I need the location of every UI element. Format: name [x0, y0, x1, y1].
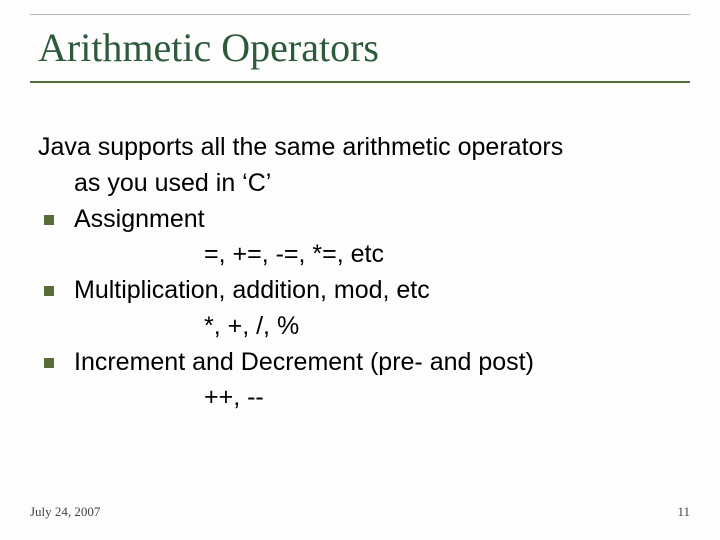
intro-line-2: as you used in ‘C’ [36, 167, 684, 201]
title-section: Arithmetic Operators [30, 18, 690, 83]
list-item: Assignment =, +=, -=, *=, etc [36, 203, 684, 273]
item-sub: =, +=, -=, *=, etc [74, 238, 684, 272]
item-sub: *, +, /, % [74, 310, 684, 344]
slide-title: Arithmetic Operators [38, 24, 389, 71]
square-bullet-icon [44, 358, 54, 368]
list-item: Increment and Decrement (pre- and post) … [36, 346, 684, 416]
square-bullet-icon [44, 286, 54, 296]
item-label: Increment and Decrement (pre- and post) [74, 346, 684, 380]
list-item: Multiplication, addition, mod, etc *, +,… [36, 274, 684, 344]
item-label: Multiplication, addition, mod, etc [74, 274, 684, 308]
item-sub: ++, -- [74, 381, 684, 415]
footer-page-number: 11 [677, 504, 690, 520]
intro-line-1: Java supports all the same arithmetic op… [36, 131, 684, 165]
square-bullet-icon [44, 215, 54, 225]
footer-date: July 24, 2007 [30, 504, 100, 520]
slide-footer: July 24, 2007 11 [30, 504, 690, 520]
item-label: Assignment [74, 203, 684, 237]
slide-body: Java supports all the same arithmetic op… [30, 131, 690, 415]
